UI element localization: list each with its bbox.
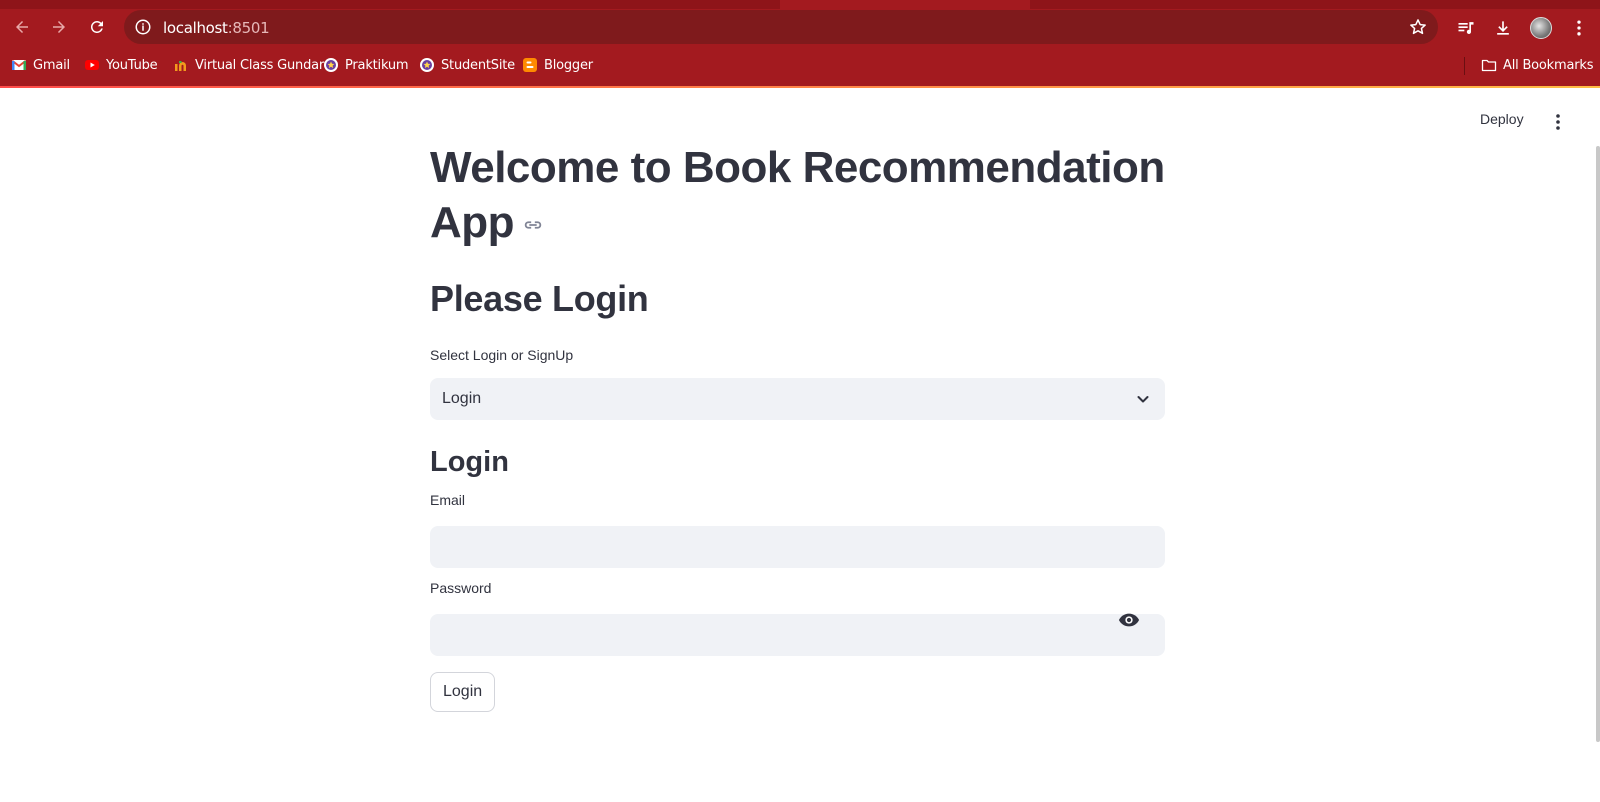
password-label: Password	[430, 580, 492, 596]
chevron-down-icon	[1137, 396, 1149, 403]
forward-arrow-icon	[53, 21, 65, 33]
youtube-icon	[85, 60, 99, 70]
downloads-button[interactable]	[1490, 15, 1516, 41]
browser-menu-button[interactable]	[1566, 15, 1592, 41]
browser-toolbar: localhost:8501	[0, 9, 1600, 45]
url-text[interactable]: localhost:8501	[163, 19, 270, 37]
playlist-icon	[1458, 22, 1474, 34]
bookmark-label: YouTube	[106, 57, 158, 73]
bookmark-studentsite[interactable]: StudentSite	[419, 55, 515, 75]
bookmark-label: Praktikum	[345, 57, 409, 73]
all-bookmarks-button[interactable]: All Bookmarks	[1481, 55, 1593, 75]
url-port: :8501	[227, 19, 270, 37]
reload-icon	[90, 20, 103, 33]
vertical-dots-icon	[1577, 20, 1581, 36]
bookmark-praktikum[interactable]: Praktikum	[323, 55, 409, 75]
bookmark-virtual-class-gundar[interactable]: Virtual Class Gundar	[173, 55, 324, 75]
bookmark-star-icon[interactable]	[1408, 17, 1428, 37]
page-scrollbar[interactable]	[1596, 146, 1600, 742]
profile-avatar[interactable]	[1530, 17, 1552, 39]
page-title: Welcome to Book Recommendation App	[430, 140, 1165, 250]
reload-button[interactable]	[83, 13, 111, 41]
password-field[interactable]	[430, 614, 1165, 656]
bookmark-label: StudentSite	[441, 57, 515, 73]
browser-chrome: localhost:8501 Gmail YouTube Virtual Cla…	[0, 0, 1600, 88]
bookmarks-separator	[1464, 57, 1465, 75]
bookmark-label: Gmail	[33, 57, 70, 73]
app-menu-icon[interactable]	[1550, 112, 1566, 132]
login-section-title: Login	[430, 446, 509, 478]
bookmark-label: Virtual Class Gundar	[195, 57, 325, 73]
bookmark-youtube[interactable]: YouTube	[84, 55, 158, 75]
login-signup-select[interactable]: Login	[430, 378, 1165, 420]
download-icon	[1497, 21, 1509, 35]
studentsite-icon	[420, 58, 434, 72]
email-field[interactable]	[430, 526, 1165, 568]
login-button[interactable]: Login	[430, 672, 496, 712]
tab-strip	[0, 0, 1600, 9]
show-password-icon[interactable]	[1118, 612, 1140, 628]
address-bar[interactable]: localhost:8501	[124, 10, 1438, 44]
back-button[interactable]	[8, 13, 36, 41]
select-label: Select Login or SignUp	[430, 347, 574, 363]
back-arrow-icon	[16, 21, 28, 33]
deploy-button[interactable]: Deploy	[1480, 111, 1524, 127]
login-subtitle: Please Login	[430, 278, 649, 319]
forward-button[interactable]	[45, 13, 73, 41]
url-host: localhost	[163, 19, 228, 37]
bookmark-label: Blogger	[544, 57, 593, 73]
active-tab[interactable]	[780, 0, 1030, 9]
all-bookmarks-label: All Bookmarks	[1503, 57, 1594, 73]
folder-icon	[1481, 59, 1497, 72]
anchor-link-icon[interactable]	[522, 214, 544, 236]
bookmarks-bar: Gmail YouTube Virtual Class Gundar Prakt…	[0, 52, 1600, 78]
praktikum-icon	[324, 58, 338, 72]
blogger-icon	[523, 58, 537, 72]
select-value: Login	[442, 390, 482, 407]
bookmark-gmail[interactable]: Gmail	[11, 55, 70, 75]
bookmark-blogger[interactable]: Blogger	[522, 55, 593, 75]
virtual-class-icon	[175, 61, 186, 71]
streamlit-app: Deploy Welcome to Book Recommendation Ap…	[0, 88, 1600, 802]
media-controls-button[interactable]	[1453, 15, 1479, 41]
site-info-icon[interactable]	[134, 18, 152, 36]
gmail-icon	[11, 60, 27, 70]
email-label: Email	[430, 492, 466, 508]
